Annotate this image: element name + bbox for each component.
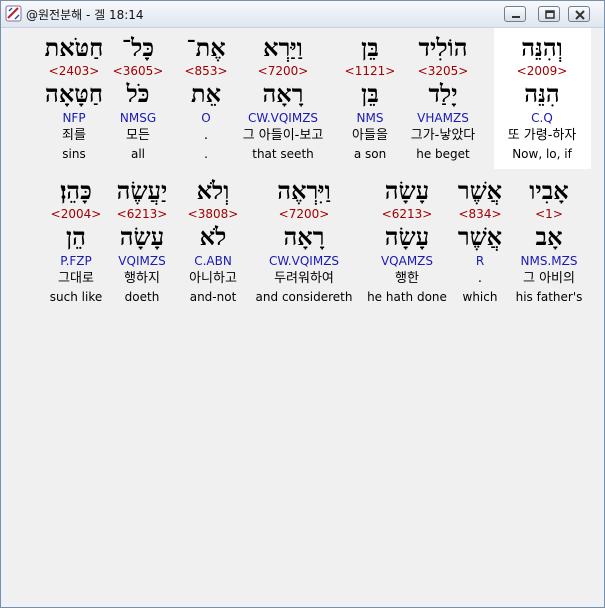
english-gloss: such like [49, 290, 103, 304]
lemma-word: רָאָה [283, 222, 325, 251]
morphology-code: NMS.MZS [520, 254, 578, 268]
strong-number[interactable]: <7200> [258, 64, 309, 78]
morphology-code: C.ABN [194, 254, 232, 268]
strong-number[interactable]: <834> [458, 207, 501, 221]
lemma-word: עָשָׂה [384, 222, 430, 251]
english-gloss: a son [353, 147, 387, 161]
dictionary-icon[interactable] [5, 5, 22, 22]
hebrew-word[interactable]: הוֹלִיד [418, 34, 467, 62]
korean-gloss: . [203, 128, 209, 143]
lemma-word: חַטָּאָה [45, 79, 103, 108]
hebrew-word[interactable]: וְלֹא [197, 177, 230, 205]
korean-gloss: 그가-낳았다 [410, 128, 476, 143]
korean-gloss: . [477, 271, 483, 286]
strong-number[interactable]: <2004> [51, 207, 102, 221]
strong-number[interactable]: <1121> [345, 64, 396, 78]
close-button[interactable] [568, 6, 590, 22]
lemma-word: עָשָׂה [119, 222, 165, 251]
hebrew-word[interactable]: וַיִּרְאֶה [277, 177, 330, 205]
app-window: @원전분해 - 겔 18:14 וְהִנֵּה <2009> הִנֵּה C.Q 또… [0, 0, 605, 608]
strong-number[interactable]: <6213> [117, 207, 168, 221]
close-icon [575, 10, 585, 20]
strong-number[interactable]: <6213> [382, 207, 433, 221]
morphology-code: CW.VQIMZS [247, 111, 319, 125]
lemma-word: לֹא [199, 222, 227, 251]
morphology-code: NMS [356, 111, 384, 125]
hebrew-word[interactable]: וַיַּרְא [263, 34, 303, 62]
lemma-word: בֵּן [361, 79, 379, 108]
english-gloss: doeth [124, 290, 160, 304]
hebrew-word[interactable]: וְהִנֵּה [521, 34, 563, 62]
hebrew-word[interactable]: עָשָׂה [385, 177, 429, 205]
morphology-code: VHAMZS [417, 111, 469, 125]
morphology-code: P.FZP [60, 254, 92, 268]
morphology-code: VQIMZS [118, 254, 166, 268]
hebrew-word[interactable]: אֲשֶׁר [458, 177, 502, 205]
hebrew-word[interactable]: כָּהֵן׃ [60, 177, 92, 205]
minimize-button[interactable] [504, 6, 526, 22]
strong-number[interactable]: <853> [184, 64, 227, 78]
hebrew-word[interactable]: יַעֲשֶׂה [117, 177, 168, 205]
korean-gloss: 또 가령-하자 [507, 128, 577, 143]
morphology-code: CW.VQIMZS [268, 254, 340, 268]
korean-gloss: 그 아비의 [523, 271, 575, 286]
korean-gloss: 모든 [126, 128, 150, 143]
english-gloss: . [204, 147, 208, 161]
maximize-button[interactable] [538, 6, 560, 22]
strong-number[interactable]: <7200> [279, 207, 330, 221]
lemma-word: רָאָה [262, 79, 304, 108]
title-bar[interactable]: @원전분해 - 겔 18:14 [1, 1, 604, 28]
english-gloss: he beget [416, 147, 470, 161]
korean-gloss: 두려워하여 [274, 271, 334, 286]
english-gloss: that seeth [252, 147, 314, 161]
lemma-word: כֹּל [126, 79, 150, 108]
english-gloss: sins [62, 147, 86, 161]
strong-number[interactable]: <2009> [517, 64, 568, 78]
hebrew-word[interactable]: חַטֹּאת [45, 34, 104, 62]
minimize-icon [512, 16, 520, 18]
morphology-code: NMSG [119, 111, 157, 125]
morphology-code: C.Q [531, 111, 553, 125]
lemma-word: אֲשֶׁר [457, 222, 503, 251]
morphology-code: R [475, 254, 485, 268]
hebrew-word[interactable]: בֵּן [361, 34, 379, 62]
lemma-word: הִנֵּה [524, 79, 560, 108]
english-gloss: and-not [189, 290, 237, 304]
lemma-word: אֵת [190, 79, 222, 108]
strong-number[interactable]: <3605> [113, 64, 164, 78]
korean-gloss: 행한 [395, 271, 419, 286]
strong-number[interactable]: <2403> [49, 64, 100, 78]
english-gloss: his father's [515, 290, 583, 304]
lemma-word: הֵן [66, 222, 86, 251]
korean-gloss: 아니하고 [189, 271, 237, 286]
strong-number[interactable]: <1> [535, 207, 563, 221]
korean-gloss: 그 아들이-보고 [242, 128, 324, 143]
english-gloss: he hath done [367, 290, 447, 304]
maximize-icon [545, 10, 555, 19]
hebrew-word[interactable]: אָבִיו [529, 177, 568, 205]
hebrew-word[interactable]: אֶת־ [186, 34, 225, 62]
interlinear-panel: וְהִנֵּה <2009> הִנֵּה C.Q 또 가령-하자 Now, lo, i… [8, 28, 599, 602]
lemma-word: יָלַד [428, 79, 458, 108]
morphology-code: VQAMZS [380, 254, 434, 268]
hebrew-word[interactable]: כָּל־ [122, 34, 154, 62]
strong-number[interactable]: <3205> [418, 64, 469, 78]
window-title: @원전분해 - 겔 18:14 [26, 8, 144, 22]
lemma-word: אָב [535, 222, 563, 251]
english-gloss: which [462, 290, 498, 304]
morphology-code: NFP [62, 111, 86, 125]
morphology-code: O [201, 111, 211, 125]
korean-gloss: 그대로 [58, 271, 94, 286]
strong-number[interactable]: <3808> [188, 207, 239, 221]
korean-gloss: 행하지 [124, 271, 160, 286]
english-gloss: and considereth [255, 290, 353, 304]
english-gloss: Now, lo, if [512, 147, 572, 161]
korean-gloss: 아들을 [352, 128, 388, 143]
korean-gloss: 죄를 [62, 128, 86, 143]
english-gloss: all [130, 147, 146, 161]
